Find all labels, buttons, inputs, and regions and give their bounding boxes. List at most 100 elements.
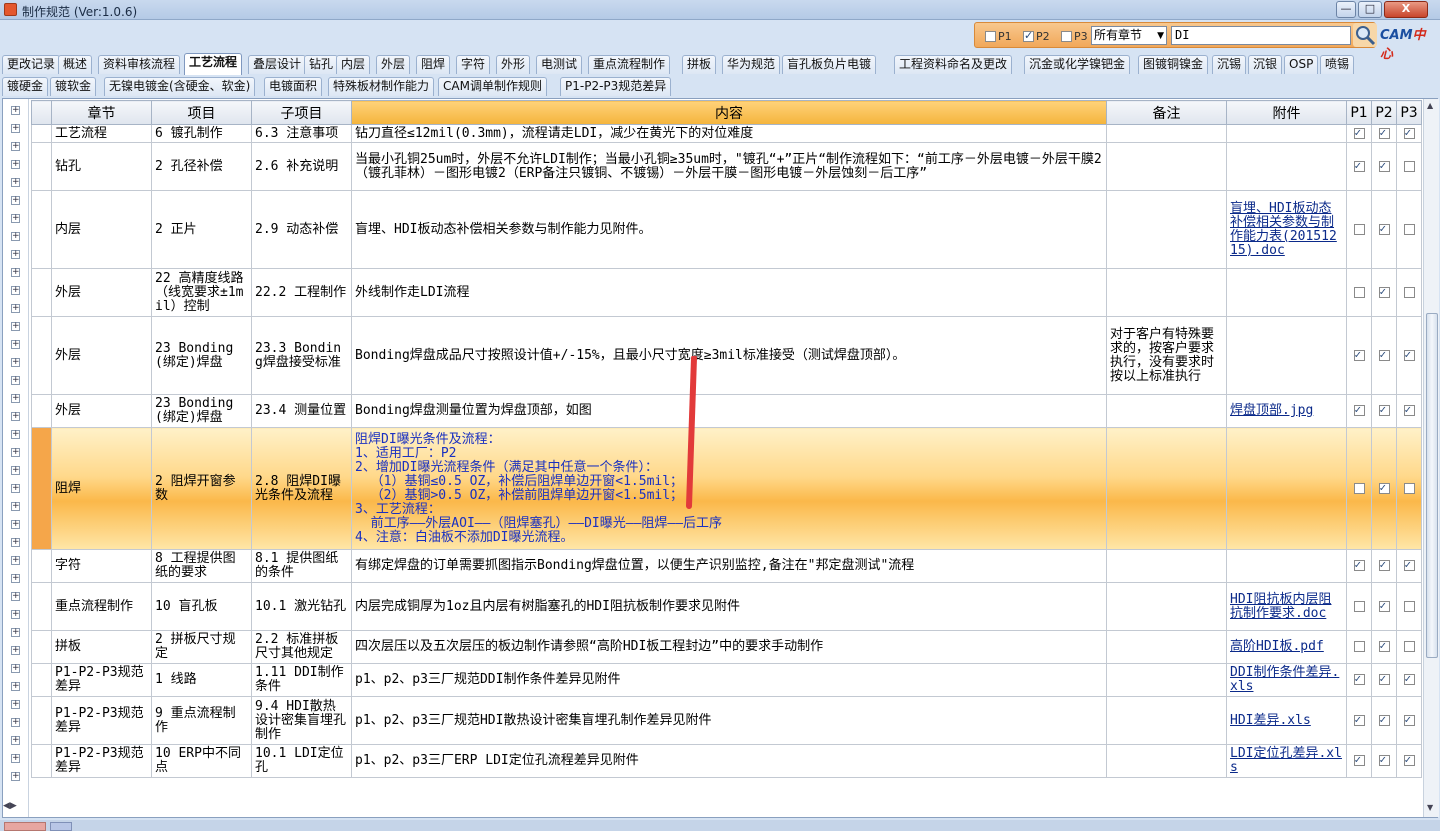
table-row[interactable]: 重点流程制作 10 盲孔板 10.1 激光钻孔 内层完成铜厚为1oz且内层有树脂塞孔的…: [31, 582, 1422, 631]
p2-checkbox[interactable]: [1378, 713, 1390, 727]
p2-checkbox[interactable]: [1378, 672, 1390, 686]
minimize-button[interactable]: —: [1336, 1, 1356, 18]
p1-checkbox[interactable]: [1353, 558, 1365, 572]
p3-checkbox[interactable]: [1403, 558, 1415, 572]
p3-checkbox[interactable]: [1061, 30, 1072, 42]
tab-tabs_row1-19[interactable]: 沉锡: [1212, 55, 1247, 74]
close-button[interactable]: X: [1384, 1, 1428, 18]
tab-tabs_row1-9[interactable]: 字符: [456, 55, 491, 74]
expand-icon[interactable]: +: [11, 286, 20, 295]
search-input[interactable]: DI: [1171, 26, 1351, 45]
header-remark[interactable]: 备注: [1106, 100, 1227, 125]
tab-tabs_row1-17[interactable]: 沉金或化学镍钯金: [1024, 55, 1131, 74]
expand-icon[interactable]: +: [11, 466, 20, 475]
tab-tabs_row1-11[interactable]: 电测试: [536, 55, 583, 74]
tab-tabs_row2-6[interactable]: P1-P2-P3规范差异: [560, 77, 672, 96]
tab-tabs_row2-2[interactable]: 无镍电镀金(含硬金、软金): [104, 77, 256, 96]
tab-tabs_row1-6[interactable]: 内层: [336, 55, 371, 74]
expand-icon[interactable]: +: [11, 484, 20, 493]
tab-tabs_row1-21[interactable]: OSP: [1284, 55, 1319, 74]
expand-icon[interactable]: +: [11, 142, 20, 151]
p1-checkbox[interactable]: [985, 30, 996, 42]
tab-tabs_row1-1[interactable]: 概述: [58, 55, 93, 74]
table-row[interactable]: 字符 8 工程提供图纸的要求 8.1 提供图纸的条件 有绑定焊盘的订单需要抓图指示Bo…: [31, 549, 1422, 583]
expand-icon[interactable]: +: [11, 178, 20, 187]
header-p3[interactable]: P3: [1396, 100, 1422, 125]
p3-checkbox[interactable]: [1403, 403, 1415, 417]
p2-checkbox[interactable]: [1023, 29, 1034, 42]
p3-checkbox[interactable]: [1403, 348, 1415, 362]
expand-icon[interactable]: +: [11, 664, 20, 673]
p2-checkbox[interactable]: [1378, 639, 1390, 653]
p1-checkbox[interactable]: [1353, 482, 1365, 494]
expand-icon[interactable]: +: [11, 520, 20, 529]
attachment-link[interactable]: LDI定位孔差异.xls: [1230, 746, 1342, 775]
expand-icon[interactable]: +: [11, 412, 20, 421]
p1-checkbox[interactable]: [1353, 159, 1365, 173]
expand-icon[interactable]: +: [11, 322, 20, 331]
expand-icon[interactable]: +: [11, 574, 20, 583]
p2-checkbox[interactable]: [1378, 222, 1390, 236]
expand-icon[interactable]: +: [11, 124, 20, 133]
expand-icon[interactable]: +: [11, 376, 20, 385]
expand-icon[interactable]: +: [11, 700, 20, 709]
attachment-link[interactable]: 盲埋、HDI板动态补偿相关参数与制作能力表(20151215).doc: [1230, 201, 1337, 258]
attachment-link[interactable]: HDI差异.xls: [1230, 713, 1311, 728]
p1-filter[interactable]: P1: [985, 29, 1012, 43]
tab-tabs_row1-10[interactable]: 外形: [496, 55, 531, 74]
p1-checkbox[interactable]: [1353, 753, 1365, 767]
p3-checkbox[interactable]: [1403, 223, 1415, 235]
table-row[interactable]: 外层 22 高精度线路（线宽要求±1mil）控制 22.2 工程制作 外线制作走LDI…: [31, 268, 1422, 317]
expand-icon[interactable]: +: [11, 682, 20, 691]
table-row[interactable]: 阻焊 2 阻焊开窗参数 2.8 阻焊DI曝光条件及流程 阻焊DI曝光条件及流程： 1、适…: [31, 427, 1422, 550]
header-p1[interactable]: P1: [1346, 100, 1372, 125]
p2-checkbox[interactable]: [1378, 403, 1390, 417]
p3-checkbox[interactable]: [1403, 160, 1415, 172]
tab-tabs_row1-18[interactable]: 图镀铜镍金: [1138, 55, 1209, 74]
scroll-left-icon[interactable]: ◀: [3, 801, 10, 811]
expand-icon[interactable]: +: [11, 106, 20, 115]
tab-tabs_row1-5[interactable]: 钻孔: [304, 55, 339, 74]
p2-checkbox[interactable]: [1378, 348, 1390, 362]
tab-tabs_row2-4[interactable]: 特殊板材制作能力: [328, 77, 435, 96]
p2-checkbox[interactable]: [1378, 558, 1390, 572]
p3-checkbox[interactable]: [1403, 482, 1415, 494]
table-row[interactable]: P1-P2-P3规范差异 1 线路 1.11 DDI制作条件 p1、p2、p3三厂规范…: [31, 663, 1422, 697]
p2-checkbox[interactable]: [1378, 599, 1390, 613]
p1-checkbox[interactable]: [1353, 713, 1365, 727]
header-attachment[interactable]: 附件: [1226, 100, 1347, 125]
table-row[interactable]: 钻孔 2 孔径补偿 2.6 补充说明 当最小孔铜25um时，外层不允许LDI制作；当最…: [31, 142, 1422, 191]
header-chapter[interactable]: 章节: [51, 100, 152, 125]
p1-checkbox[interactable]: [1353, 672, 1365, 686]
tab-tabs_row1-16[interactable]: 工程资料命名及更改: [894, 55, 1013, 74]
p2-checkbox[interactable]: [1378, 481, 1390, 495]
expand-icon[interactable]: +: [11, 592, 20, 601]
p1-checkbox[interactable]: [1353, 600, 1365, 612]
expand-icon[interactable]: +: [11, 736, 20, 745]
expand-icon[interactable]: +: [11, 448, 20, 457]
expand-icon[interactable]: +: [11, 718, 20, 727]
p3-filter[interactable]: P3: [1061, 29, 1088, 43]
p3-checkbox[interactable]: [1403, 126, 1415, 140]
p1-checkbox[interactable]: [1353, 286, 1365, 298]
expand-icon[interactable]: +: [11, 214, 20, 223]
tab-tabs_row1-3[interactable]: 工艺流程: [184, 53, 243, 75]
p2-checkbox[interactable]: [1378, 126, 1390, 140]
expand-icon[interactable]: +: [11, 250, 20, 259]
expand-icon[interactable]: +: [11, 160, 20, 169]
tab-tabs_row2-3[interactable]: 电镀面积: [264, 77, 323, 96]
header-subitem[interactable]: 子项目: [251, 100, 352, 125]
tab-tabs_row1-12[interactable]: 重点流程制作: [588, 55, 671, 74]
attachment-link[interactable]: 高阶HDI板.pdf: [1230, 639, 1324, 654]
expand-icon[interactable]: +: [11, 502, 20, 511]
expand-icon[interactable]: +: [11, 304, 20, 313]
p2-checkbox[interactable]: [1378, 285, 1390, 299]
p3-checkbox[interactable]: [1403, 672, 1415, 686]
table-row[interactable]: 工艺流程 6 镀孔制作 6.3 注意事项 钻刀直径≤12mil(0.3mm)，流程请走…: [31, 124, 1422, 143]
expand-icon[interactable]: +: [11, 772, 20, 781]
tab-tabs_row1-13[interactable]: 拼板: [682, 55, 717, 74]
expand-icon[interactable]: +: [11, 394, 20, 403]
table-row[interactable]: 外层 23 Bonding(绑定)焊盘 23.4 测量位置 Bonding焊盘测量位置…: [31, 394, 1422, 428]
maximize-button[interactable]: □: [1358, 1, 1382, 18]
header-item[interactable]: 项目: [151, 100, 252, 125]
